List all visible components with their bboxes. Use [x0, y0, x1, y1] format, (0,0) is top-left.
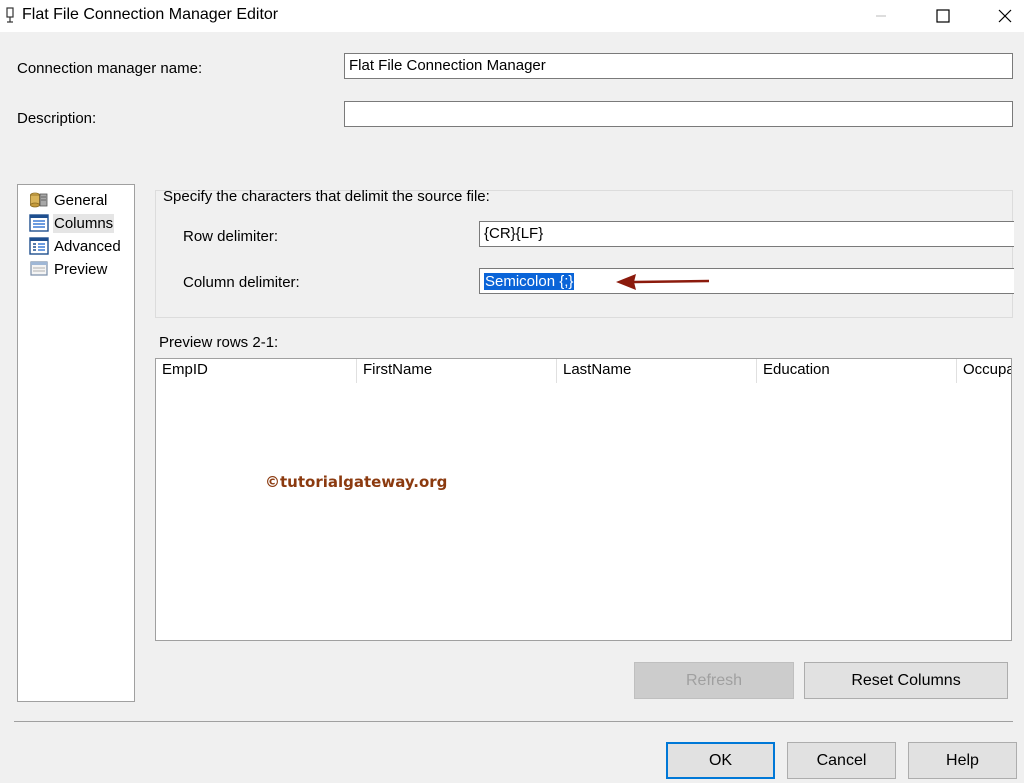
connection-name-input[interactable]: Flat File Connection Manager — [344, 53, 1013, 79]
column-header-firstname[interactable]: FirstName — [357, 359, 557, 383]
column-header-occupation[interactable]: Occupa — [957, 359, 1012, 383]
minimize-icon — [875, 10, 887, 22]
row-delimiter-label: Row delimiter: — [183, 228, 278, 245]
help-button[interactable]: Help — [908, 742, 1017, 779]
close-icon — [998, 9, 1012, 23]
column-delimiter-label: Column delimiter: — [183, 274, 300, 291]
page-nav: General Columns Advanced — [17, 184, 135, 702]
preview-grid[interactable]: EmpID FirstName LastName Education Occup… — [155, 358, 1012, 641]
column-delimiter-combo[interactable]: Semicolon {;} — [479, 268, 1014, 294]
nav-label-preview: Preview — [54, 261, 107, 278]
columns-icon — [29, 214, 49, 232]
ok-button[interactable]: OK — [666, 742, 775, 779]
delimiter-group — [155, 190, 1013, 318]
general-icon — [29, 191, 49, 209]
arrow-annotation-icon — [614, 272, 712, 292]
description-label: Description: — [17, 110, 96, 127]
preview-icon — [29, 260, 49, 278]
reset-columns-button[interactable]: Reset Columns — [804, 662, 1008, 699]
column-header-education[interactable]: Education — [757, 359, 957, 383]
row-delimiter-combo[interactable]: {CR}{LF} — [479, 221, 1014, 247]
advanced-icon — [29, 237, 49, 255]
maximize-icon — [936, 9, 950, 23]
delimiter-group-title: Specify the characters that delimit the … — [163, 188, 490, 205]
connection-name-label: Connection manager name: — [17, 60, 202, 77]
column-header-lastname[interactable]: LastName — [557, 359, 757, 383]
nav-item-general[interactable]: General — [29, 189, 107, 211]
watermark: ©tutorialgateway.org — [265, 473, 447, 491]
nav-label-columns: Columns — [54, 215, 113, 232]
description-input[interactable] — [344, 101, 1013, 127]
nav-label-advanced: Advanced — [54, 238, 121, 255]
cancel-button[interactable]: Cancel — [787, 742, 896, 779]
nav-label-general: General — [54, 192, 107, 209]
column-delimiter-selected-text: Semicolon {;} — [484, 273, 574, 290]
column-header-empid[interactable]: EmpID — [156, 359, 357, 383]
close-button[interactable] — [982, 0, 1024, 32]
title-bar: Flat File Connection Manager Editor — [0, 0, 1024, 32]
nav-item-preview[interactable]: Preview — [29, 258, 107, 280]
window-title: Flat File Connection Manager Editor — [22, 6, 278, 24]
app-icon — [4, 7, 16, 23]
nav-item-columns[interactable]: Columns — [29, 212, 113, 234]
preview-rows-label: Preview rows 2-1: — [159, 334, 278, 351]
minimize-button[interactable] — [858, 0, 904, 32]
maximize-button[interactable] — [920, 0, 966, 32]
nav-item-advanced[interactable]: Advanced — [29, 235, 121, 257]
refresh-button[interactable]: Refresh — [634, 662, 794, 699]
footer-separator — [14, 721, 1013, 722]
